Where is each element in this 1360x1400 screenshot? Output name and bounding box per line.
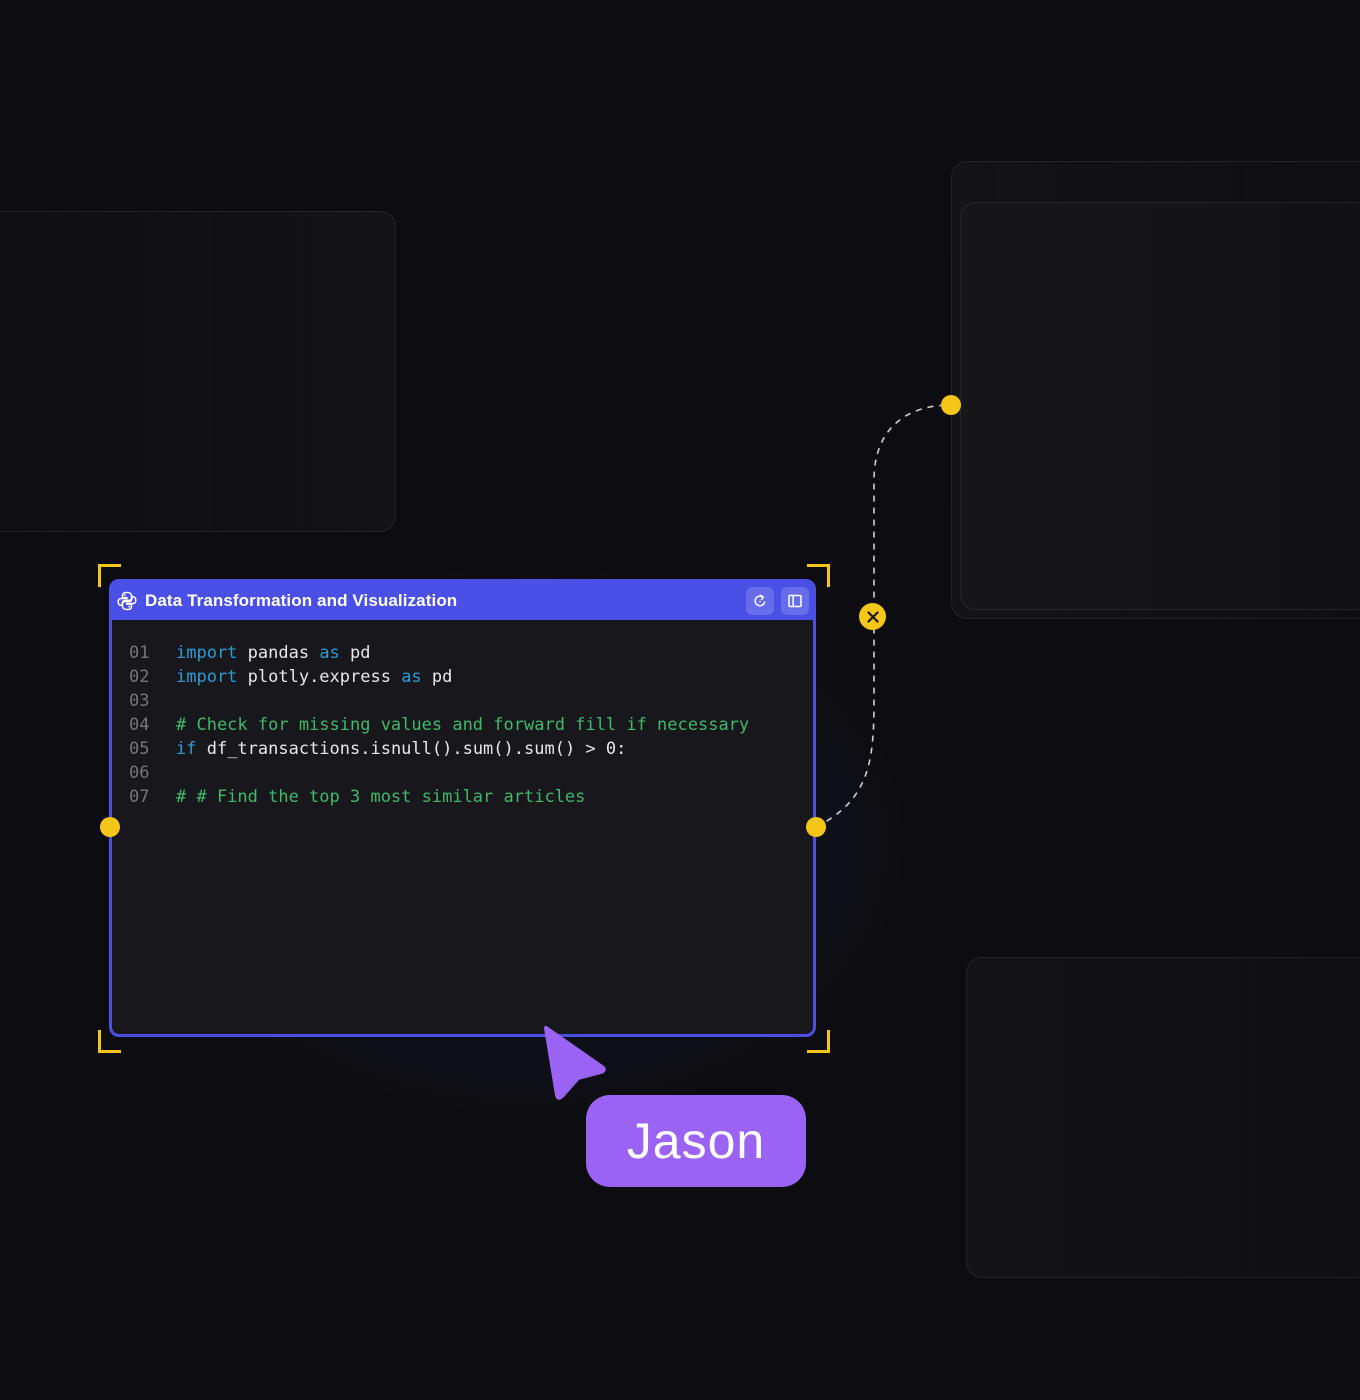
code-token: # # Find the top 3 most similar articles	[176, 787, 586, 807]
refresh-button[interactable]	[746, 587, 774, 615]
line-number: 02	[129, 667, 150, 687]
line-number: 01	[129, 643, 150, 663]
code-node-title: Data Transformation and Visualization	[145, 591, 458, 610]
code-line: 01 import pandas as pd	[129, 641, 813, 665]
code-line: 03	[129, 689, 813, 713]
code-token: df_transactions.isnull().sum().sum() > 0…	[196, 739, 627, 759]
workflow-canvas[interactable]: Data Transformation and Visualization 01…	[0, 0, 1360, 1400]
code-token: pd	[421, 667, 453, 687]
code-token: pd	[339, 643, 371, 663]
line-number: 05	[129, 739, 150, 759]
code-token: as	[401, 667, 422, 687]
code-editor[interactable]: 01 import pandas as pd 02 import plotly.exp…	[112, 620, 813, 809]
code-token: # Check for missing values and forward f…	[176, 715, 750, 735]
refresh-icon	[754, 594, 766, 607]
code-token: import	[176, 667, 238, 687]
code-node-header[interactable]: Data Transformation and Visualization	[112, 582, 813, 620]
input-port[interactable]	[100, 817, 120, 837]
panel-icon	[788, 594, 802, 608]
collaborator-name-tag: Jason	[586, 1095, 806, 1187]
remove-connection-button[interactable]	[859, 603, 886, 630]
code-token: as	[319, 643, 340, 663]
output-port[interactable]	[806, 817, 826, 837]
close-icon	[866, 610, 879, 623]
code-line: 04 # Check for missing values and forward…	[129, 713, 813, 737]
code-node[interactable]: Data Transformation and Visualization 01…	[109, 579, 816, 1037]
toggle-panel-button[interactable]	[781, 587, 809, 615]
code-token: pandas	[237, 643, 320, 663]
collaborator-cursor-icon	[544, 1026, 606, 1100]
line-number: 04	[129, 715, 150, 735]
code-token: import	[176, 643, 238, 663]
code-line: 07 # # Find the top 3 most similar articl…	[129, 785, 813, 809]
line-number: 03	[129, 691, 150, 711]
line-number: 06	[129, 763, 150, 783]
code-line: 02 import plotly.express as pd	[129, 665, 813, 689]
python-icon	[116, 590, 138, 612]
target-input-port[interactable]	[941, 395, 961, 415]
code-token: if	[176, 739, 197, 759]
line-number: 07	[129, 787, 150, 807]
code-token: plotly.express	[237, 667, 402, 687]
code-line: 05 if df_transactions.isnull().sum().sum(…	[129, 737, 813, 761]
code-line: 06	[129, 761, 813, 785]
